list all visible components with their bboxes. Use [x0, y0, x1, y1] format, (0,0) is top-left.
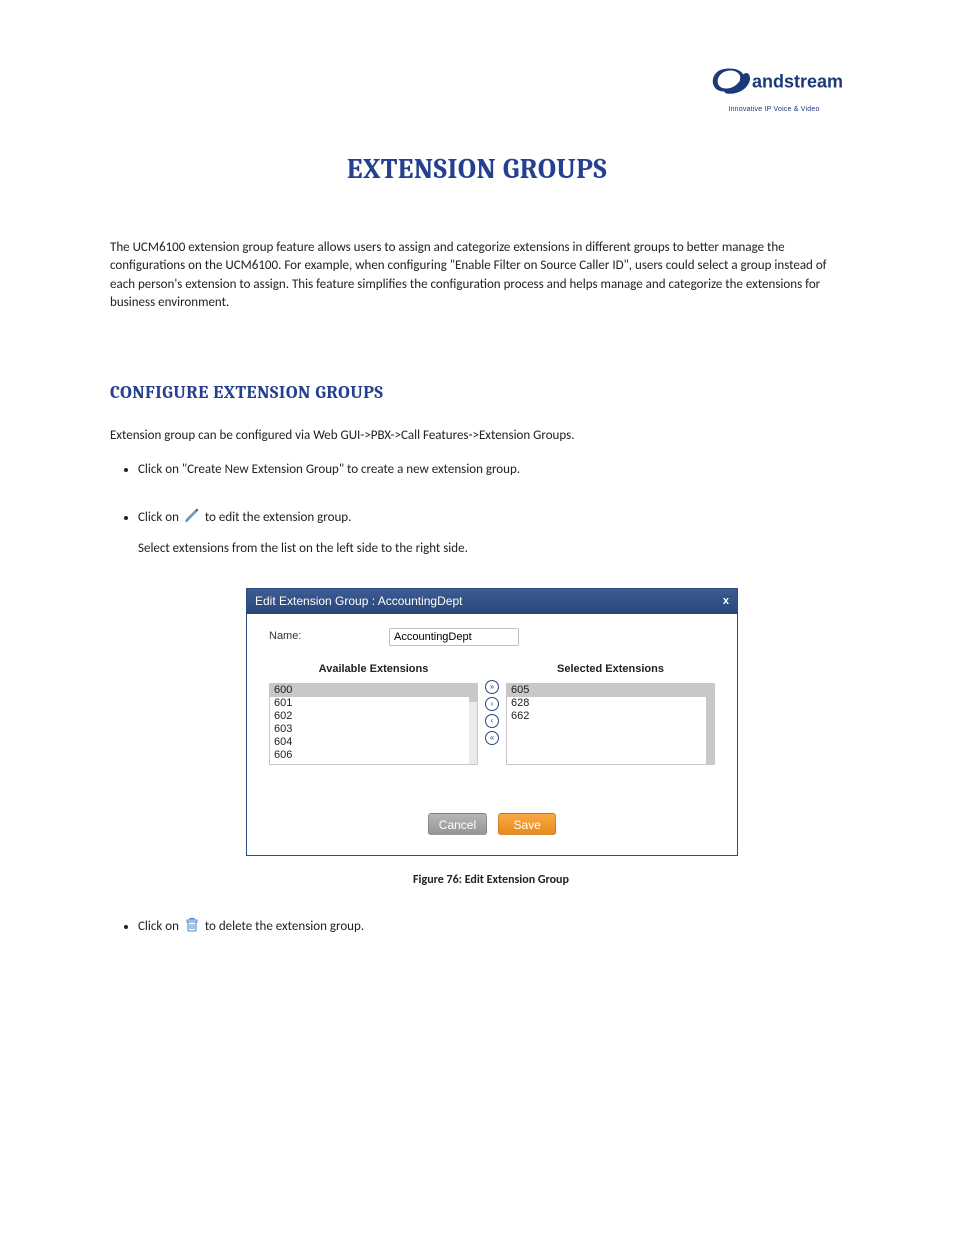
list-item[interactable]: 603	[270, 723, 477, 736]
list-item[interactable]: 606	[270, 749, 477, 762]
selected-column: Selected Extensions 605 628 662	[506, 662, 715, 765]
scrollbar[interactable]	[469, 684, 477, 764]
instruction-list-continued: Click on to delete the extension group.	[116, 917, 844, 939]
list-item-text: to edit the extension group.	[205, 510, 352, 525]
dialog-header: Edit Extension Group : AccountingDept x	[247, 589, 737, 614]
scroll-thumb[interactable]	[706, 684, 714, 764]
instruction-list: Click on "Create New Extension Group" to…	[116, 461, 844, 889]
move-all-right-icon[interactable]: »	[485, 680, 499, 694]
list-item[interactable]: 602	[270, 710, 477, 723]
transfer-arrows: » › ‹ «	[484, 680, 500, 745]
name-field-row: Name:	[269, 628, 715, 646]
config-intro: Extension group can be configured via We…	[110, 427, 844, 445]
edit-icon	[184, 508, 200, 530]
dialog: Edit Extension Group : AccountingDept x …	[246, 588, 738, 856]
list-item[interactable]: 600	[270, 684, 477, 697]
list-item[interactable]: 605	[507, 684, 714, 697]
available-listbox[interactable]: 600 601 602 603 604 606	[269, 683, 478, 765]
figure-caption: Figure 76: Edit Extension Group	[246, 872, 736, 889]
scroll-thumb[interactable]	[469, 684, 477, 702]
selected-header: Selected Extensions	[506, 662, 715, 677]
transfer-columns: Available Extensions 600 601 602 603 604…	[269, 662, 715, 765]
dialog-footer: Cancel Save	[269, 813, 715, 835]
selected-listbox[interactable]: 605 628 662	[506, 683, 715, 765]
list-item-text: Click on	[138, 919, 182, 934]
intro-paragraph: The UCM6100 extension group feature allo…	[110, 239, 844, 312]
document-page: andstream Innovative IP Voice & Video EX…	[0, 0, 954, 1235]
dialog-title: Edit Extension Group : AccountingDept	[255, 593, 462, 610]
dialog-body: Name: Available Extensions 600 601	[247, 614, 737, 855]
available-header: Available Extensions	[269, 662, 478, 677]
list-item: Click on "Create New Extension Group" to…	[138, 461, 844, 479]
move-one-left-icon[interactable]: ‹	[485, 714, 499, 728]
trash-icon	[184, 917, 200, 939]
available-column: Available Extensions 600 601 602 603 604…	[269, 662, 478, 765]
list-item: Click on to edit the extension group. Se…	[138, 508, 844, 889]
save-button[interactable]: Save	[498, 813, 556, 835]
brand-tagline: Innovative IP Voice & Video	[728, 105, 819, 115]
move-one-right-icon[interactable]: ›	[485, 697, 499, 711]
list-item[interactable]: 628	[507, 697, 714, 710]
list-item-text: to delete the extension group.	[205, 919, 364, 934]
name-input[interactable]	[389, 628, 519, 646]
list-item-text: Click on "Create New Extension Group" to…	[138, 462, 520, 477]
section-heading: CONFIGURE EXTENSION GROUPS	[110, 380, 844, 405]
brand-logo: andstream Innovative IP Voice & Video	[704, 55, 844, 120]
list-item: Click on to delete the extension group.	[138, 917, 844, 939]
name-label: Name:	[269, 629, 389, 644]
cancel-button[interactable]: Cancel	[428, 813, 487, 835]
list-item[interactable]: 662	[507, 710, 714, 723]
page-title: EXTENSION GROUPS	[110, 150, 844, 189]
figure: Edit Extension Group : AccountingDept x …	[246, 588, 736, 889]
list-item-detail: Select extensions from the list on the l…	[138, 541, 468, 556]
list-item[interactable]: 601	[270, 697, 477, 710]
close-icon[interactable]: x	[723, 594, 729, 609]
list-item[interactable]: 604	[270, 736, 477, 749]
grandstream-logo-icon: andstream	[704, 55, 844, 103]
scrollbar[interactable]	[706, 684, 714, 764]
move-all-left-icon[interactable]: «	[485, 731, 499, 745]
list-item-text: Click on	[138, 510, 182, 525]
svg-text:andstream: andstream	[752, 72, 843, 92]
